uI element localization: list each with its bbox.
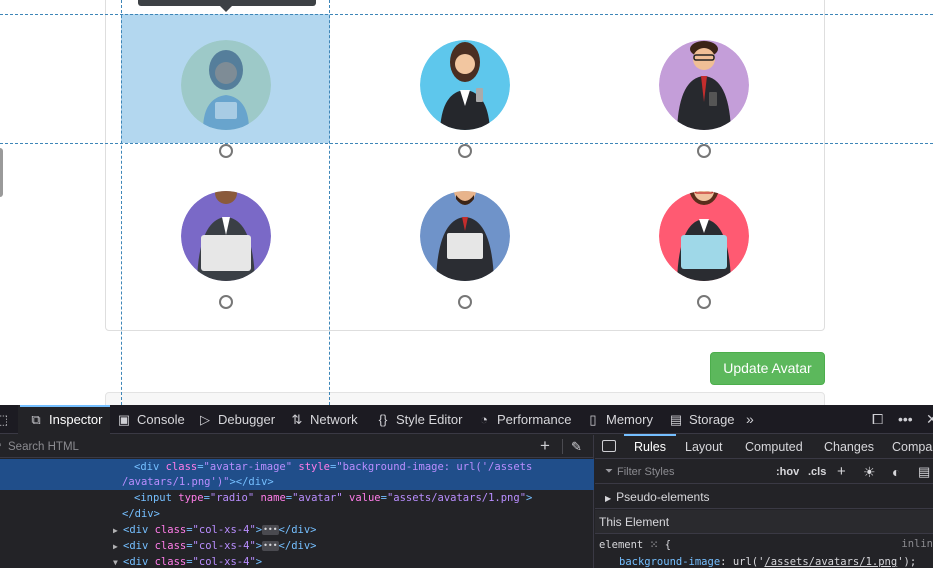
element-rule-selector: element ⁙ { bbox=[599, 539, 672, 551]
rules-pane: Rules Layout Computed Changes Compa ⏷ :h… bbox=[595, 434, 933, 568]
markup-node-col-1[interactable]: ▶ <div class="col-xs-4">•••</div> bbox=[113, 522, 594, 538]
side-tab[interactable] bbox=[0, 148, 3, 197]
responsive-mode-icon[interactable]: ⧠ bbox=[872, 405, 883, 434]
tab-rules[interactable]: Rules bbox=[624, 434, 676, 459]
guide-line-left bbox=[121, 0, 122, 405]
avatar-radio-5[interactable] bbox=[458, 295, 472, 309]
tab-label: Inspector bbox=[49, 412, 103, 427]
inspector-icon: ⧉ bbox=[31, 412, 41, 427]
overflow-tabs-icon[interactable]: » bbox=[746, 405, 754, 434]
pseudo-elements-toggle[interactable]: ▶ Pseudo-elements bbox=[595, 485, 933, 509]
tab-console[interactable]: ▣ Console bbox=[116, 405, 185, 434]
print-media-icon[interactable]: ▤ bbox=[918, 460, 930, 484]
filter-row: ⏷ :hov .cls + ☀ ◐ ▤ bbox=[595, 460, 933, 484]
tab-label: Storage bbox=[689, 412, 735, 427]
tab-network[interactable]: ⇅ Network bbox=[289, 405, 358, 434]
more-options-icon[interactable]: ••• bbox=[898, 405, 913, 434]
rule-declaration[interactable]: background-image: url('/assets/avatars/1… bbox=[619, 554, 916, 568]
markup-tree: <div class="avatar-image" style="backgro… bbox=[0, 459, 594, 568]
filter-styles-input[interactable] bbox=[603, 462, 763, 482]
avatar-radio-6[interactable] bbox=[697, 295, 711, 309]
avatar-option-4[interactable] bbox=[166, 191, 286, 331]
network-icon: ⇅ bbox=[291, 412, 303, 427]
page: Update Avatar ⬚ ⧉ Inspector ▣ Console ▷ Deb… bbox=[0, 0, 933, 568]
markup-node-close: </div> bbox=[122, 508, 160, 520]
database-icon: ▤ bbox=[669, 412, 683, 427]
guide-line-top bbox=[0, 14, 933, 15]
tab-label: Style Editor bbox=[396, 412, 463, 427]
light-theme-icon[interactable]: ☀ bbox=[863, 460, 876, 484]
search-html-input[interactable] bbox=[0, 435, 530, 458]
debugger-icon: ▷ bbox=[200, 412, 210, 427]
markup-node-col-3[interactable]: ▼ <div class="col-xs-4"> bbox=[113, 554, 594, 568]
add-node-button[interactable]: + bbox=[540, 436, 550, 456]
tab-changes[interactable]: Changes bbox=[824, 435, 874, 459]
grid-icon: ⁙ bbox=[649, 539, 659, 551]
eyedropper-icon[interactable]: ✎ bbox=[571, 437, 582, 457]
sidebar-tabs: Rules Layout Computed Changes Compa bbox=[595, 434, 933, 459]
pseudo-elements-label: Pseudo-elements bbox=[616, 490, 710, 504]
tab-performance[interactable]: ◔ Performance bbox=[476, 405, 571, 434]
avatar-radio-1[interactable] bbox=[219, 144, 233, 158]
selected-node-line-1: <div class="avatar-image" style="backgro… bbox=[134, 461, 533, 473]
avatar-image-3[interactable] bbox=[659, 40, 749, 130]
selected-node-line-2: /avatars/1.png')"></div> bbox=[122, 476, 274, 488]
expand-caret-icon: ▶ bbox=[605, 494, 612, 503]
braces-icon: {} bbox=[378, 412, 388, 427]
hover-state-toggle[interactable]: :hov bbox=[776, 460, 799, 484]
tab-label: Memory bbox=[606, 412, 653, 427]
this-element-label: This Element bbox=[599, 515, 670, 529]
dark-theme-icon[interactable]: ◐ bbox=[892, 460, 900, 484]
avatar-image-4[interactable] bbox=[181, 191, 271, 281]
guide-line-bottom bbox=[0, 143, 933, 144]
toolbar-separator bbox=[562, 439, 563, 454]
tab-label: Performance bbox=[497, 412, 572, 427]
avatar-image-5[interactable] bbox=[420, 191, 510, 281]
pick-element-icon[interactable]: ⬚ bbox=[0, 405, 15, 434]
avatar-image-6[interactable] bbox=[659, 191, 749, 281]
html-search-bar: ⌕ + ✎ bbox=[0, 435, 594, 458]
update-avatar-button[interactable]: Update Avatar bbox=[710, 352, 825, 385]
avatar-radio-3[interactable] bbox=[697, 144, 711, 158]
this-element-header: This Element bbox=[595, 510, 933, 534]
rule-url-link[interactable]: /assets/avatars/1.png bbox=[764, 556, 897, 568]
markup-pane: ⌕ + ✎ <div class="avatar-image" style="b… bbox=[0, 435, 594, 568]
console-icon: ▣ bbox=[117, 412, 131, 427]
tab-label: Console bbox=[137, 412, 185, 427]
avatar-option-2[interactable] bbox=[405, 40, 525, 180]
inline-label: inlin bbox=[901, 538, 933, 550]
tab-memory[interactable]: ▯ Memory bbox=[585, 405, 653, 434]
avatar-radio-4[interactable] bbox=[219, 295, 233, 309]
class-toggle[interactable]: .cls bbox=[808, 460, 826, 484]
avatar-option-5[interactable] bbox=[405, 191, 525, 331]
tooltip-arrow bbox=[220, 6, 232, 12]
markup-node-col-2[interactable]: ▶ <div class="col-xs-4">•••</div> bbox=[113, 538, 594, 554]
devtools-toolbar: ⬚ ⧉ Inspector ▣ Console ▷ Debugger ⇅ Network… bbox=[0, 405, 933, 434]
tab-inspector[interactable]: ⧉ Inspector bbox=[19, 405, 112, 434]
tab-storage[interactable]: ▤ Storage bbox=[668, 405, 735, 434]
gauge-icon: ◔ bbox=[480, 412, 488, 427]
add-rule-icon[interactable]: + bbox=[837, 460, 846, 484]
lower-card bbox=[105, 392, 825, 405]
tab-layout[interactable]: Layout bbox=[685, 435, 723, 459]
chip-icon: ▯ bbox=[589, 412, 597, 427]
avatar-radio-2[interactable] bbox=[458, 144, 472, 158]
avatar-option-3[interactable] bbox=[644, 40, 764, 180]
tab-debugger[interactable]: ▷ Debugger bbox=[197, 405, 275, 434]
close-icon[interactable]: ✕ bbox=[926, 405, 933, 434]
avatar-option-6[interactable] bbox=[644, 191, 764, 331]
avatar-image-2[interactable] bbox=[420, 40, 510, 130]
devtools-panel: ⬚ ⧉ Inspector ▣ Console ▷ Debugger ⇅ Network… bbox=[0, 405, 933, 568]
tab-compatibility[interactable]: Compa bbox=[892, 435, 932, 459]
markup-node-input[interactable]: <input type="radio" name="avatar" value=… bbox=[134, 490, 594, 506]
tab-label: Network bbox=[310, 412, 358, 427]
guide-line-right bbox=[329, 0, 330, 405]
layout-toggle-icon[interactable] bbox=[602, 440, 616, 452]
tab-label: Debugger bbox=[218, 412, 276, 427]
inspector-highlight bbox=[121, 14, 330, 143]
page-content: Update Avatar bbox=[0, 0, 933, 405]
tab-style-editor[interactable]: {} Style Editor bbox=[375, 405, 463, 434]
tab-computed[interactable]: Computed bbox=[745, 435, 803, 459]
